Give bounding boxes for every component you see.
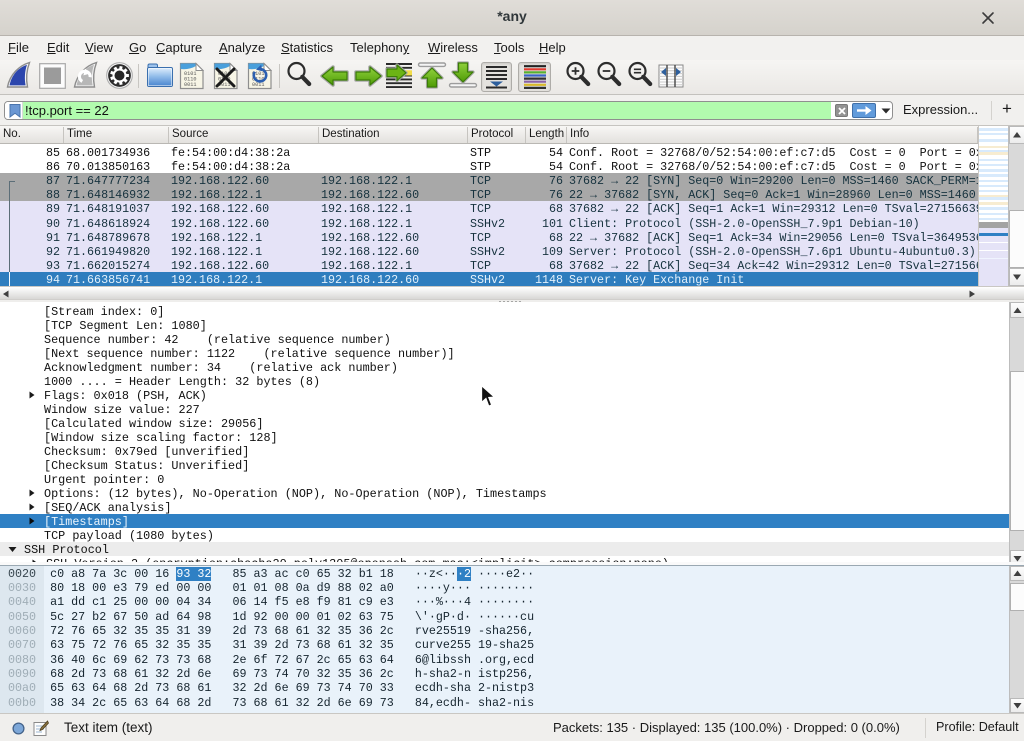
svg-text:0011: 0011 <box>184 82 196 88</box>
svg-text:0011: 0011 <box>252 82 264 88</box>
